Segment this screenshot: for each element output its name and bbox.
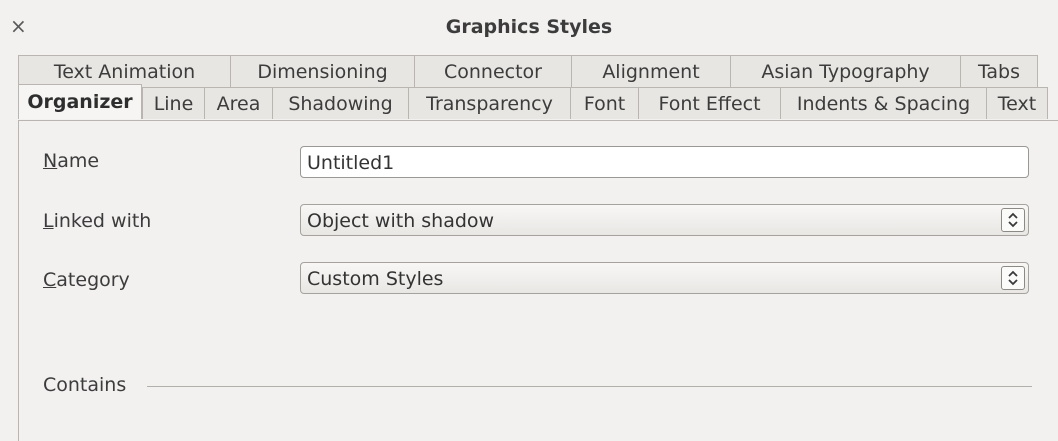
tab-indents-spacing[interactable]: Indents & Spacing — [780, 87, 986, 119]
category-label-mnemonic: C — [43, 269, 57, 291]
tab-shadowing[interactable]: Shadowing — [272, 87, 408, 119]
category-select[interactable]: Custom Styles — [300, 262, 1029, 294]
updown-arrows-icon[interactable] — [1001, 266, 1025, 290]
contains-heading: Contains — [43, 374, 127, 396]
name-label: Name — [43, 150, 99, 172]
name-input[interactable]: Untitled1 — [300, 146, 1029, 178]
category-label-text: ategory — [56, 269, 130, 291]
tab-tabs[interactable]: Tabs — [960, 55, 1038, 87]
tab-text-animation[interactable]: Text Animation — [18, 55, 230, 87]
tab-organizer[interactable]: Organizer — [18, 84, 142, 119]
linked-with-select[interactable]: Object with shadow — [300, 204, 1029, 236]
title-bar: × Graphics Styles — [0, 0, 1058, 52]
tab-row-bottom: Organizer Line Area Shadowing Transparen… — [18, 84, 1048, 119]
tab-transparency[interactable]: Transparency — [408, 87, 570, 119]
linked-with-label-mnemonic: L — [43, 210, 54, 232]
linked-with-label: Linked with — [43, 210, 151, 232]
dialog-title: Graphics Styles — [445, 16, 613, 38]
name-label-text: ame — [57, 150, 100, 172]
contains-divider — [147, 386, 1032, 387]
tab-font[interactable]: Font — [570, 87, 638, 119]
linked-with-value: Object with shadow — [307, 210, 495, 232]
name-label-mnemonic: N — [43, 150, 58, 172]
tab-text[interactable]: Text — [986, 87, 1048, 119]
linked-with-label-text: inked with — [53, 210, 152, 232]
tab-alignment[interactable]: Alignment — [571, 55, 730, 87]
category-label: Category — [43, 269, 130, 291]
category-value: Custom Styles — [307, 268, 444, 290]
tab-row-top: Text Animation Dimensioning Connector Al… — [18, 55, 1038, 87]
updown-arrows-icon[interactable] — [1001, 208, 1025, 232]
tab-area[interactable]: Area — [204, 87, 272, 119]
tab-dimensioning[interactable]: Dimensioning — [230, 55, 414, 87]
tab-connector[interactable]: Connector — [414, 55, 571, 87]
tab-asian-typography[interactable]: Asian Typography — [730, 55, 960, 87]
tab-line[interactable]: Line — [142, 87, 204, 119]
tab-font-effect[interactable]: Font Effect — [638, 87, 780, 119]
